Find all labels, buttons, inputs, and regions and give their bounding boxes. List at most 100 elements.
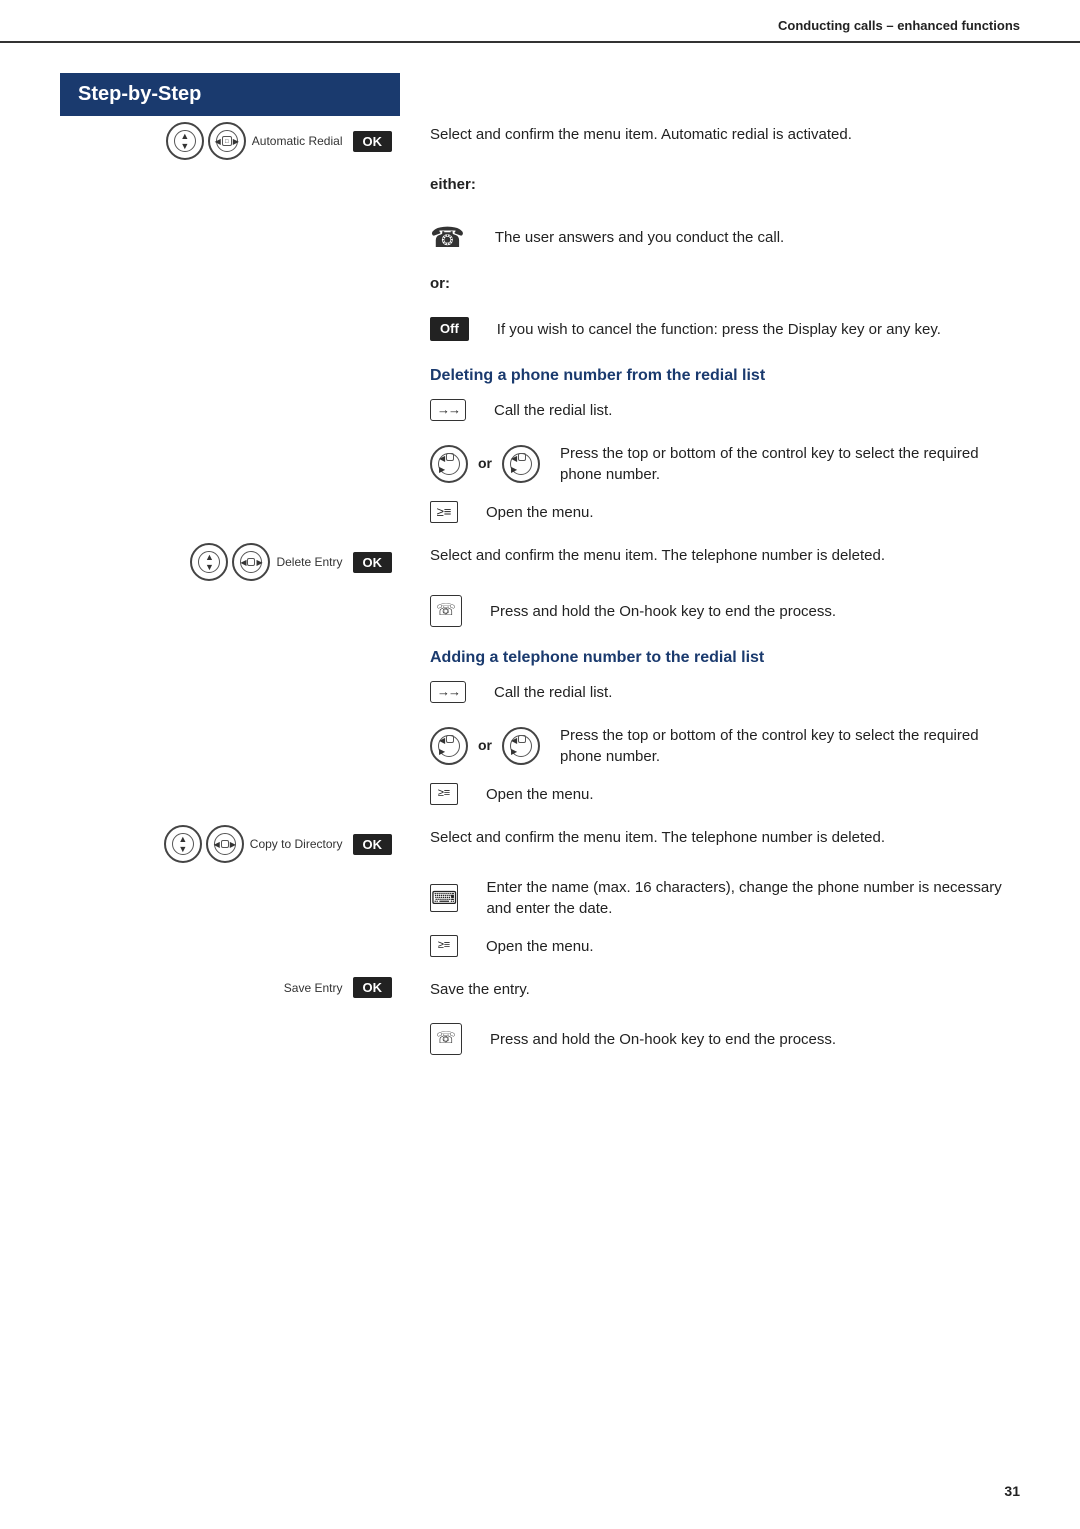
onhook-icon-2: ☏ [430, 1023, 462, 1055]
left-cell-arrow1 [60, 391, 400, 403]
right-cell-delete-entry: Select and confirm the menu item. The te… [400, 537, 1020, 574]
step-by-step-header: Step-by-Step [60, 73, 400, 116]
row-ctrl-or1: ◀▶ or ◀▶ Press the top or bottom of the … [60, 435, 1020, 493]
row-save-entry: Save Entry OK Save the entry. [60, 971, 1020, 1015]
right-cell-off: Off If you wish to cancel the function: … [400, 309, 1020, 349]
left-cell-off [60, 309, 400, 321]
label-delete-entry: Delete Entry [276, 555, 342, 569]
right-cell-menu1: ≥≡ Open the menu. [400, 493, 1020, 531]
ctrl-key-del-1: ◀▶ [430, 445, 468, 483]
row-keyboard: ⌨ Enter the name (max. 16 characters), c… [60, 869, 1020, 927]
row-phone: ☎ The user answers and you conduct the c… [60, 210, 1020, 265]
right-cell-arrow1: →→ Call the redial list. [400, 391, 1020, 429]
ctrl-key-add-2: ◀▶ [502, 727, 540, 765]
menu-icon-2: ≥≡ [430, 783, 458, 805]
ok-btn-copy: OK [353, 834, 393, 855]
phone-icon: ☎ [430, 218, 465, 257]
arrow-icon-2: →→ [430, 681, 466, 703]
row-arrow1: →→ Call the redial list. [60, 391, 1020, 435]
right-cell-onhook1: ☏ Press and hold the On-hook key to end … [400, 587, 1020, 635]
or-label-ctrl2: or [478, 736, 492, 756]
ctrl-key-inner-1: ▲▼ [174, 130, 196, 152]
ctrl-key-copy-b: ◀▶ [206, 825, 244, 863]
keyboard-icon: ⌨ [430, 884, 458, 912]
page-number: 31 [1004, 1483, 1020, 1499]
ctrl-key-del-b: ◀▶ [232, 543, 270, 581]
row-or1: or: [60, 265, 1020, 309]
ctrl-pair-auto-redial: ▲▼ ◀□▶ [166, 122, 246, 160]
right-cell-keyboard: ⌨ Enter the name (max. 16 characters), c… [400, 869, 1020, 927]
ok-btn-auto-redial: OK [353, 131, 393, 152]
right-cell-either: either: [400, 166, 1020, 203]
right-cell-onhook2: ☏ Press and hold the On-hook key to end … [400, 1015, 1020, 1063]
left-cell-ctrl-or1 [60, 435, 400, 447]
right-cell-ctrl-or1: ◀▶ or ◀▶ Press the top or bottom of the … [400, 435, 1020, 493]
label-save-entry: Save Entry [284, 981, 343, 995]
ctrl-key-del-a: ▲▼ [190, 543, 228, 581]
row-copy-to-directory: ▲▼ ◀▶ Copy to Directory OK Select and co… [60, 819, 1020, 869]
menu-icon-1: ≥≡ [430, 501, 458, 523]
row-arrow2: →→ Call the redial list. [60, 673, 1020, 717]
left-cell-copy: ▲▼ ◀▶ Copy to Directory OK [60, 819, 400, 869]
ctrl-key-1: ▲▼ [166, 122, 204, 160]
row-delete-entry: ▲▼ ◀▶ Delete Entry OK Select and confirm… [60, 537, 1020, 587]
row-onhook2: ☏ Press and hold the On-hook key to end … [60, 1015, 1020, 1063]
or-label-1: or: [430, 273, 450, 294]
ctrl-key-add-1: ◀▶ [430, 727, 468, 765]
right-cell-copy: Select and confirm the menu item. The te… [400, 819, 1020, 856]
left-cell-delete-entry: ▲▼ ◀▶ Delete Entry OK [60, 537, 400, 587]
row-onhook1: ☏ Press and hold the On-hook key to end … [60, 587, 1020, 635]
section-adding: Adding a telephone number to the redial … [60, 635, 1020, 673]
section-deleting: Deleting a phone number from the redial … [60, 353, 1020, 391]
right-cell-menu2: ≥≡ Open the menu. [400, 775, 1020, 813]
onhook-icon-1: ☏ [430, 595, 462, 627]
left-cell-menu2 [60, 775, 400, 787]
left-cell-phone [60, 210, 400, 222]
left-cell-either [60, 166, 400, 178]
ctrl-key-2: ◀□▶ [208, 122, 246, 160]
left-cell-menu1 [60, 493, 400, 505]
page-header: Conducting calls – enhanced functions [0, 0, 1080, 43]
right-cell-ctrl-or2: ◀▶ or ◀▶ Press the top or bottom of the … [400, 717, 1020, 775]
left-cell-arrow2 [60, 673, 400, 685]
right-cell-or1: or: [400, 265, 1020, 302]
left-cell-save: Save Entry OK [60, 971, 400, 1004]
section-heading-deleting: Deleting a phone number from the redial … [400, 353, 765, 391]
section-heading-adding: Adding a telephone number to the redial … [400, 635, 764, 673]
row-auto-redial: ▲▼ ◀□▶ Automatic Redial OK Select and co… [60, 116, 1020, 166]
left-cell-auto-redial: ▲▼ ◀□▶ Automatic Redial OK [60, 116, 400, 166]
left-cell-keyboard [60, 869, 400, 881]
row-menu1: ≥≡ Open the menu. [60, 493, 1020, 537]
left-cell-ctrl-or2 [60, 717, 400, 729]
content-area: Step-by-Step ▲▼ ◀□▶ [0, 43, 1080, 1123]
row-menu3: ≥≡ Open the menu. [60, 927, 1020, 971]
ctrl-key-del-2: ◀▶ [502, 445, 540, 483]
or-label-ctrl1: or [478, 454, 492, 474]
left-cell-menu3 [60, 927, 400, 939]
right-cell-auto-redial: Select and confirm the menu item. Automa… [400, 116, 1020, 153]
ctrl-pair-copy: ▲▼ ◀▶ [164, 825, 244, 863]
right-cell-save: Save the entry. [400, 971, 1020, 1008]
row-ctrl-or2: ◀▶ or ◀▶ Press the top or bottom of the … [60, 717, 1020, 775]
ctrl-key-inner-2: ◀□▶ [216, 130, 238, 152]
either-label: either: [430, 174, 476, 195]
left-cell-or1 [60, 265, 400, 277]
row-either: either: [60, 166, 1020, 210]
ctrl-pair-delete: ▲▼ ◀▶ [190, 543, 270, 581]
left-cell-onhook1 [60, 587, 400, 599]
ok-btn-save: OK [353, 977, 393, 998]
off-btn: Off [430, 317, 469, 341]
left-cell-onhook2 [60, 1015, 400, 1027]
label-auto-redial: Automatic Redial [252, 134, 343, 148]
right-cell-phone: ☎ The user answers and you conduct the c… [400, 210, 1020, 265]
arrow-icon-1: →→ [430, 399, 466, 421]
right-cell-menu3: ≥≡ Open the menu. [400, 927, 1020, 965]
right-cell-arrow2: →→ Call the redial list. [400, 673, 1020, 711]
row-off: Off If you wish to cancel the function: … [60, 309, 1020, 353]
label-copy-to-directory: Copy to Directory [250, 837, 343, 851]
ctrl-key-copy-a: ▲▼ [164, 825, 202, 863]
header-title: Conducting calls – enhanced functions [778, 18, 1020, 33]
ok-btn-delete: OK [353, 552, 393, 573]
row-menu2: ≥≡ Open the menu. [60, 775, 1020, 819]
menu-icon-3: ≥≡ [430, 935, 458, 957]
